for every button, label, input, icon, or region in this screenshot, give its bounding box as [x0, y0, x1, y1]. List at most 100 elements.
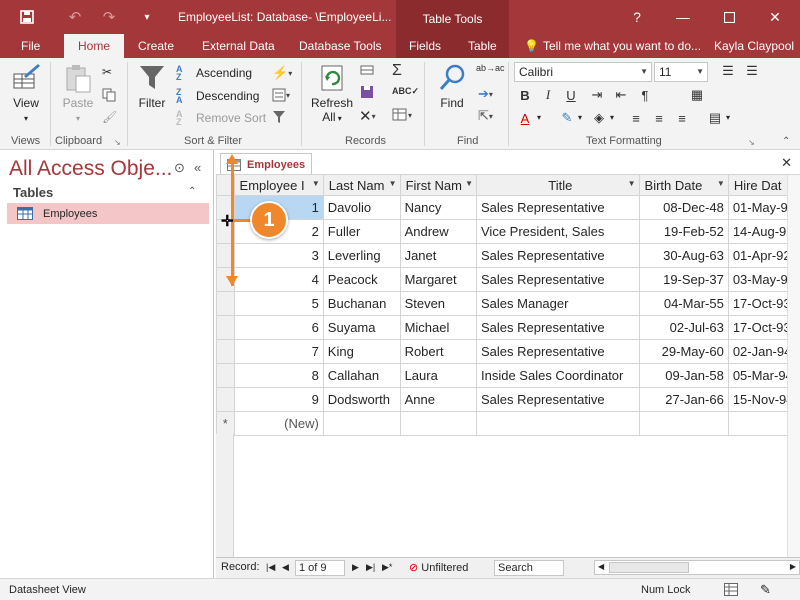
table-cell[interactable]: 19-Feb-52: [638, 219, 729, 244]
totals-icon[interactable]: Σ: [392, 62, 402, 80]
nav-section-tables[interactable]: Tables: [13, 185, 53, 200]
selection-filter-icon[interactable]: ⚡ ▾: [272, 65, 292, 81]
filter-button[interactable]: Filter: [134, 62, 170, 110]
minimize-icon[interactable]: —: [660, 0, 706, 34]
table-cell[interactable]: Margaret: [399, 267, 478, 292]
table-row[interactable]: 2 Fuller Andrew Vice President, Sales 19-Feb…: [216, 219, 800, 244]
remove-sort-button[interactable]: A Z Remove Sort: [176, 110, 266, 127]
toggle-filter-icon[interactable]: [272, 110, 286, 124]
tab-create[interactable]: Create: [138, 34, 174, 58]
collapse-ribbon-icon[interactable]: ⌃: [782, 136, 790, 147]
view-button[interactable]: View ▾: [8, 62, 44, 124]
underline-icon[interactable]: U: [560, 85, 582, 105]
table-cell[interactable]: Sales Representative: [476, 267, 640, 292]
nav-item-employees[interactable]: Employees: [7, 203, 209, 224]
spelling-icon[interactable]: ABC✓: [392, 86, 419, 97]
paste-button[interactable]: Paste ▾: [60, 62, 96, 124]
table-cell[interactable]: [476, 411, 640, 436]
record-selector[interactable]: [216, 291, 235, 316]
table-cell[interactable]: 29-May-60: [638, 339, 729, 364]
highlight-icon[interactable]: ✎: [556, 108, 578, 128]
last-record-icon[interactable]: ▶|: [366, 562, 375, 573]
align-center-icon[interactable]: ≡: [648, 108, 670, 128]
close-document-icon[interactable]: ✕: [781, 155, 792, 171]
previous-record-icon[interactable]: ◀: [282, 562, 289, 573]
table-cell[interactable]: 27-Jan-66: [638, 387, 729, 412]
table-cell[interactable]: Vice President, Sales: [476, 219, 640, 244]
align-right-icon[interactable]: ≡: [671, 108, 693, 128]
table-cell[interactable]: Inside Sales Coordinator: [476, 363, 640, 388]
tab-table[interactable]: Table: [468, 34, 497, 58]
table-cell[interactable]: Nancy: [399, 195, 478, 220]
shutter-bar-close-icon[interactable]: «: [194, 160, 201, 175]
indent-icon[interactable]: ⇥: [586, 85, 608, 105]
table-cell[interactable]: Andrew: [399, 219, 478, 244]
help-icon[interactable]: ?: [614, 0, 660, 34]
cut-icon[interactable]: ✂: [102, 65, 112, 79]
table-cell[interactable]: Fuller: [322, 219, 401, 244]
table-cell[interactable]: 19-Sep-37: [638, 267, 729, 292]
table-cell[interactable]: Sales Representative: [476, 195, 640, 220]
outdent-icon[interactable]: ⇤: [610, 85, 632, 105]
table-cell[interactable]: 9: [233, 387, 324, 412]
table-cell[interactable]: Sales Representative: [476, 387, 640, 412]
column-header[interactable]: First Nam ▼: [399, 174, 478, 196]
tab-file[interactable]: File: [21, 34, 40, 58]
table-row[interactable]: 5 Buchanan Steven Sales Manager 04-Mar-55 17-…: [216, 291, 800, 316]
save-record-icon[interactable]: [360, 85, 374, 99]
table-cell[interactable]: 30-Aug-63: [638, 243, 729, 268]
chevron-down-icon[interactable]: ▾: [726, 113, 730, 122]
table-row[interactable]: 6 Suyama Michael Sales Representative 02-Jul…: [216, 315, 800, 340]
tab-database-tools[interactable]: Database Tools: [299, 34, 382, 58]
ltr-icon[interactable]: ¶: [634, 85, 656, 105]
format-painter-icon[interactable]: 🖌: [102, 110, 117, 124]
new-record-row[interactable]: * (New): [216, 411, 800, 436]
table-cell[interactable]: Davolio: [322, 195, 401, 220]
table-cell[interactable]: Peacock: [322, 267, 401, 292]
current-record-field[interactable]: 1 of 9: [295, 560, 345, 576]
italic-icon[interactable]: I: [537, 85, 559, 105]
table-cell[interactable]: Steven: [399, 291, 478, 316]
table-cell[interactable]: 6: [233, 315, 324, 340]
new-record-nav-icon[interactable]: ▶*: [382, 562, 392, 573]
table-cell[interactable]: 04-Mar-55: [638, 291, 729, 316]
filter-status-button[interactable]: ⊘ Unfiltered: [409, 561, 468, 574]
gridlines-icon[interactable]: ▦: [686, 85, 708, 105]
table-cell[interactable]: Robert: [399, 339, 478, 364]
copy-icon[interactable]: [102, 88, 116, 102]
table-cell[interactable]: (New): [233, 411, 324, 436]
table-cell[interactable]: Sales Manager: [476, 291, 640, 316]
table-cell[interactable]: 4: [233, 267, 324, 292]
table-cell[interactable]: [399, 411, 478, 436]
fill-color-icon[interactable]: ◈: [588, 108, 610, 128]
table-cell[interactable]: Sales Representative: [476, 339, 640, 364]
table-cell[interactable]: [638, 411, 729, 436]
chevron-down-icon[interactable]: ▾: [537, 113, 541, 122]
more-records-icon[interactable]: ▾: [392, 108, 412, 122]
datasheet-view-icon[interactable]: [724, 583, 738, 599]
vertical-scrollbar[interactable]: [787, 175, 800, 557]
advanced-filter-icon[interactable]: ▾: [272, 88, 290, 102]
alternate-row-color-icon[interactable]: ▤: [704, 108, 726, 128]
undo-icon[interactable]: ↶: [61, 0, 89, 34]
first-record-icon[interactable]: |◀: [266, 562, 275, 573]
clipboard-launcher-icon[interactable]: ↘: [114, 138, 121, 147]
table-row[interactable]: 1 Davolio Nancy Sales Representative 08-Dec-…: [216, 195, 800, 220]
table-cell[interactable]: 5: [233, 291, 324, 316]
table-cell[interactable]: 08-Dec-48: [638, 195, 729, 220]
search-input[interactable]: Search: [494, 560, 564, 576]
go-to-icon[interactable]: ➔ ▾: [478, 86, 493, 102]
replace-icon[interactable]: ab→ac: [476, 63, 505, 73]
table-cell[interactable]: 02-Jul-63: [638, 315, 729, 340]
font-size-select[interactable]: 11 ▼: [654, 62, 708, 82]
table-cell[interactable]: Callahan: [322, 363, 401, 388]
customize-qat-icon[interactable]: ▾: [133, 0, 161, 34]
record-selector[interactable]: [216, 339, 235, 364]
table-cell[interactable]: Janet: [399, 243, 478, 268]
column-header[interactable]: Birth Date ▼: [638, 174, 729, 196]
horizontal-scrollbar[interactable]: ◀ ▶: [594, 560, 800, 575]
table-cell[interactable]: King: [322, 339, 401, 364]
table-row[interactable]: 8 Callahan Laura Inside Sales Coordinator 09…: [216, 363, 800, 388]
table-cell[interactable]: Anne: [399, 387, 478, 412]
table-cell[interactable]: Buchanan: [322, 291, 401, 316]
